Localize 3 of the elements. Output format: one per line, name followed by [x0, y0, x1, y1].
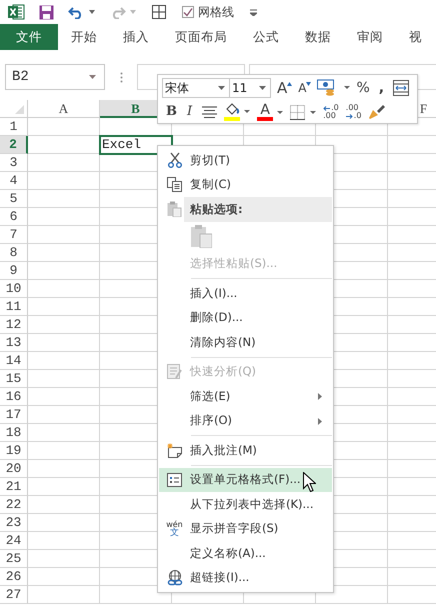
gridlines-label: 网格线: [198, 4, 234, 20]
paste-options-heading: 粘贴选项:: [190, 202, 243, 217]
pinyin-icon: wén 文: [166, 520, 183, 538]
